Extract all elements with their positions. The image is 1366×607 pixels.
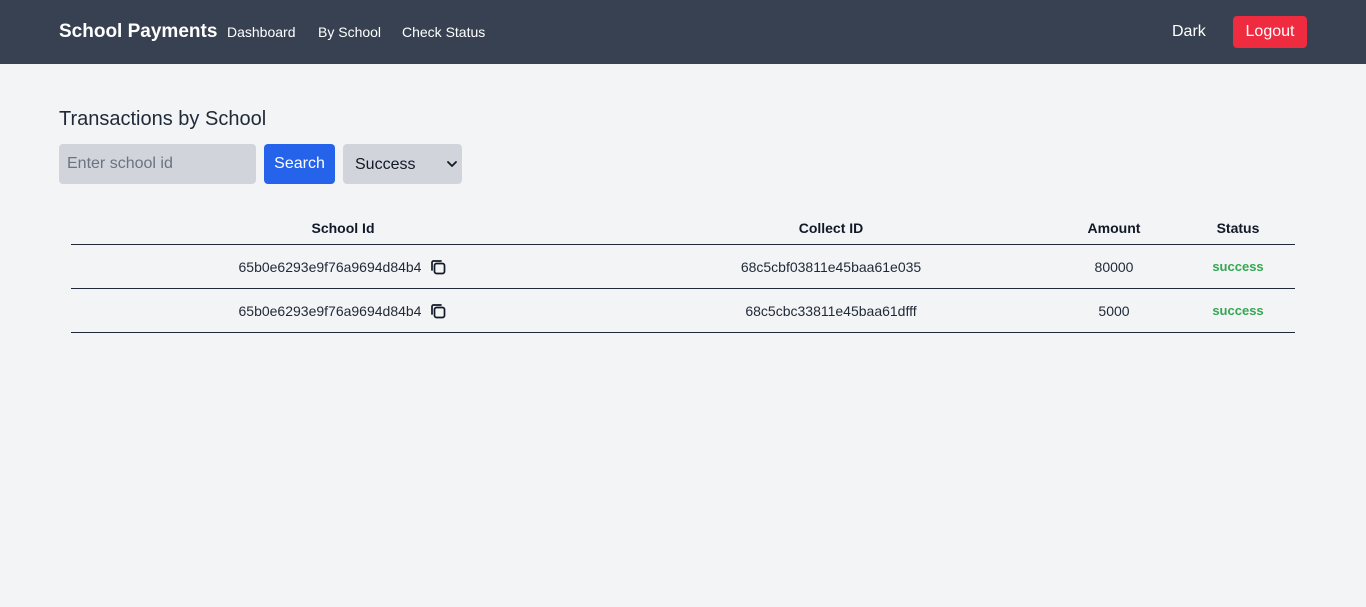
page-title: Transactions by School	[59, 108, 267, 130]
transactions-table: School Id Collect ID Amount Status 65b0e…	[71, 212, 1295, 333]
copy-icon[interactable]	[429, 302, 447, 320]
school-id-search-input[interactable]	[59, 144, 256, 184]
header-collect-id: Collect ID	[798, 220, 864, 236]
collect-id-cell: 68c5cbf03811e45baa61e035	[740, 258, 922, 275]
school-id-cell: 65b0e6293e9f76a9694d84b4	[71, 289, 615, 332]
nav-link-by-school[interactable]: By School	[318, 24, 381, 40]
logout-button[interactable]: Logout	[1233, 16, 1307, 48]
status-badge: success	[1212, 303, 1264, 318]
header-school-id: School Id	[311, 220, 375, 236]
status-badge: success	[1212, 259, 1264, 274]
nav-link-check-status[interactable]: Check Status	[402, 24, 485, 40]
school-id-value: 65b0e6293e9f76a9694d84b4	[238, 258, 422, 275]
status-filter-selected-value: Success	[355, 156, 416, 173]
amount-cell: 80000	[1094, 258, 1134, 275]
status-cell: success	[1181, 289, 1295, 332]
table-row: 65b0e6293e9f76a9694d84b4 68c5cbc33811e45…	[71, 289, 1295, 333]
amount-cell: 5000	[1098, 302, 1130, 319]
table-row: 65b0e6293e9f76a9694d84b4 68c5cbf03811e45…	[71, 245, 1295, 289]
search-button[interactable]: Search	[264, 144, 335, 184]
header-status: Status	[1216, 220, 1260, 236]
theme-toggle-button[interactable]: Dark	[1172, 23, 1206, 41]
table-header-row: School Id Collect ID Amount Status	[71, 212, 1295, 245]
collect-id-cell: 68c5cbc33811e45baa61dfff	[745, 302, 917, 319]
header-amount: Amount	[1087, 220, 1141, 236]
nav-link-dashboard[interactable]: Dashboard	[227, 24, 296, 40]
school-id-value: 65b0e6293e9f76a9694d84b4	[238, 302, 422, 319]
status-filter-select[interactable]: Success	[343, 144, 462, 184]
copy-icon[interactable]	[429, 258, 447, 276]
status-cell: success	[1181, 245, 1295, 288]
chevron-down-icon	[447, 161, 457, 167]
top-navbar: School Payments Dashboard By School Chec…	[0, 0, 1366, 64]
app-brand[interactable]: School Payments	[59, 21, 217, 43]
school-id-cell: 65b0e6293e9f76a9694d84b4	[71, 245, 615, 288]
